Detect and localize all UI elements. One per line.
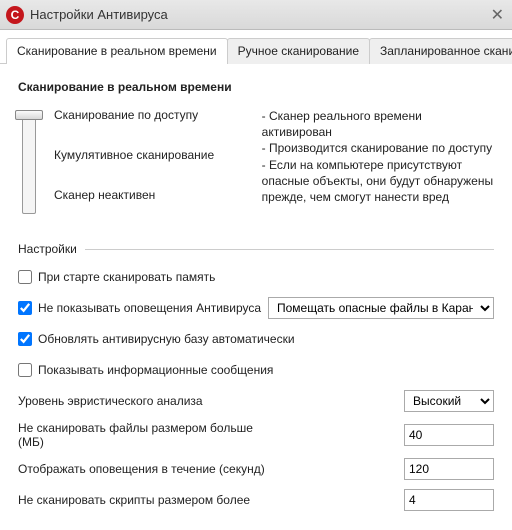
section-title-realtime: Сканирование в реальном времени (18, 80, 494, 94)
tab-realtime-scan[interactable]: Сканирование в реальном времени (6, 38, 228, 64)
label-hide-alerts[interactable]: Не показывать оповещения Антивируса (18, 301, 261, 315)
row-alert-duration: Отображать оповещения в течение (секунд) (18, 458, 494, 480)
tab-scheduled-scan[interactable]: Запланированное сканиров (369, 38, 512, 64)
row-max-script-size: Не сканировать скрипты размером более (18, 489, 494, 511)
label-alert-duration: Отображать оповещения в течение (секунд) (18, 462, 278, 476)
tab-bar: Сканирование в реальном времени Ручное с… (0, 30, 512, 64)
text-scan-memory: При старте сканировать память (38, 270, 215, 284)
label-max-script-size: Не сканировать скрипты размером более (18, 493, 278, 507)
scan-level-label-1: Кумулятивное сканирование (54, 148, 248, 162)
input-max-script-size[interactable] (404, 489, 494, 511)
slider-thumb[interactable] (15, 110, 43, 120)
checkbox-info-msgs[interactable] (18, 363, 32, 377)
input-max-file-size[interactable] (404, 424, 494, 446)
settings-section-label: Настройки (18, 242, 77, 256)
row-auto-update: Обновлять антивирусную базу автоматическ… (18, 328, 494, 350)
row-scan-memory: При старте сканировать память (18, 266, 494, 288)
realtime-scan-area: Сканирование по доступу Кумулятивное ска… (18, 108, 494, 228)
scan-level-slider[interactable] (18, 108, 40, 218)
input-alert-duration[interactable] (404, 458, 494, 480)
settings-separator: Настройки (18, 242, 494, 256)
window-title: Настройки Антивируса (30, 7, 168, 22)
scan-desc-line-0: - Сканер реального времени активирован (262, 108, 494, 140)
titlebar: C Настройки Антивируса ✕ (0, 0, 512, 30)
label-info-msgs[interactable]: Показывать информационные сообщения (18, 363, 273, 377)
scan-level-label-0: Сканирование по доступу (54, 108, 248, 122)
tab-manual-scan[interactable]: Ручное сканирование (227, 38, 370, 64)
row-max-file-size: Не сканировать файлы размером больше (МБ… (18, 421, 494, 449)
tab-content: Сканирование в реальном времени Сканиров… (0, 64, 512, 530)
row-info-msgs: Показывать информационные сообщения (18, 359, 494, 381)
checkbox-auto-update[interactable] (18, 332, 32, 346)
separator-line (85, 249, 494, 250)
scan-level-description: - Сканер реального времени активирован -… (262, 108, 494, 228)
text-auto-update: Обновлять антивирусную базу автоматическ… (38, 332, 295, 346)
scan-level-slider-col (18, 108, 40, 228)
close-icon[interactable]: ✕ (491, 5, 504, 25)
text-hide-alerts: Не показывать оповещения Антивируса (38, 301, 261, 315)
checkbox-hide-alerts[interactable] (18, 301, 32, 315)
checkbox-scan-memory[interactable] (18, 270, 32, 284)
label-heuristic: Уровень эвристического анализа (18, 394, 278, 408)
text-info-msgs: Показывать информационные сообщения (38, 363, 273, 377)
label-max-file-size: Не сканировать файлы размером больше (МБ… (18, 421, 278, 449)
app-icon: C (6, 6, 24, 24)
app-icon-letter: C (11, 9, 20, 21)
slider-track (22, 112, 36, 214)
label-auto-update[interactable]: Обновлять антивирусную базу автоматическ… (18, 332, 295, 346)
row-hide-alerts: Не показывать оповещения Антивируса Поме… (18, 297, 494, 319)
select-heuristic-level[interactable]: Высокий (404, 390, 494, 412)
label-scan-memory[interactable]: При старте сканировать память (18, 270, 215, 284)
select-alert-action[interactable]: Помещать опасные файлы в Карантин (268, 297, 494, 319)
scan-desc-line-1: - Производится сканирование по доступу (262, 140, 494, 156)
row-heuristic: Уровень эвристического анализа Высокий (18, 390, 494, 412)
scan-level-label-2: Сканер неактивен (54, 188, 248, 202)
scan-desc-line-2: - Если на компьютере присутствуют опасны… (262, 157, 494, 206)
scan-level-labels: Сканирование по доступу Кумулятивное ска… (54, 108, 248, 228)
